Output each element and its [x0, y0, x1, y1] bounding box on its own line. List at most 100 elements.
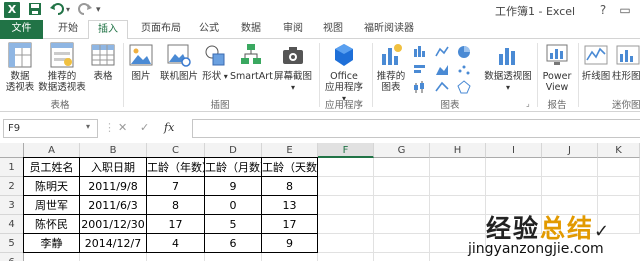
data-cell[interactable]: 陈明天	[23, 176, 80, 196]
cancel-icon[interactable]: ✕	[118, 121, 127, 134]
ribbon-display-icon[interactable]: ▭	[614, 1, 636, 19]
power-view-button[interactable]: Power View	[540, 42, 574, 93]
data-cell[interactable]: 李静	[23, 233, 80, 253]
office-apps-button[interactable]: Office 应用程序 ▾	[322, 42, 366, 104]
cell-d6[interactable]	[205, 253, 262, 261]
tab-page-layout[interactable]: 页面布局	[133, 20, 189, 39]
tab-review[interactable]: 审阅	[276, 20, 310, 39]
data-cell[interactable]: 6	[204, 233, 262, 253]
data-cell[interactable]: 13	[261, 195, 318, 215]
data-cell[interactable]: 0	[204, 195, 262, 215]
help-icon[interactable]: ?	[592, 1, 614, 19]
screenshot-button[interactable]: 屏幕截图 ▾	[272, 42, 314, 93]
cell-e6[interactable]	[262, 253, 318, 261]
tab-insert[interactable]: 插入	[88, 20, 128, 40]
recommended-charts-button[interactable]: 推荐的 图表	[374, 42, 408, 93]
data-cell[interactable]: 4	[146, 233, 205, 253]
row-header-1[interactable]: 1	[0, 158, 24, 177]
cell-g4[interactable]	[374, 215, 430, 234]
table-button[interactable]: 表格	[90, 42, 116, 82]
cell-a6[interactable]	[24, 253, 80, 261]
row-header-3[interactable]: 3	[0, 196, 24, 215]
undo-icon[interactable]	[50, 2, 66, 18]
cell-f6[interactable]	[318, 253, 374, 261]
shapes-button[interactable]: 形状 ▾	[202, 42, 228, 82]
select-all-corner[interactable]	[0, 143, 24, 158]
tab-foxit-reader[interactable]: 福昕阅读器	[356, 20, 422, 39]
column-header-k[interactable]: K	[598, 143, 640, 158]
column-header-j[interactable]: J	[542, 143, 598, 158]
name-box-dropdown-icon[interactable]: ▾	[86, 122, 90, 131]
header-cell-name[interactable]: 员工姓名	[23, 157, 80, 177]
data-cell[interactable]: 陈怀民	[23, 214, 80, 234]
cell-i2[interactable]	[486, 177, 542, 196]
cell-f4[interactable]	[318, 215, 374, 234]
cell-h2[interactable]	[430, 177, 486, 196]
cell-i1[interactable]	[486, 158, 542, 177]
data-cell[interactable]: 周世军	[23, 195, 80, 215]
data-cell[interactable]: 7	[146, 176, 205, 196]
pivot-table-button[interactable]: 数据 透视表	[3, 42, 37, 93]
data-cell[interactable]: 8	[146, 195, 205, 215]
data-cell[interactable]: 17	[261, 214, 318, 234]
row-header-2[interactable]: 2	[0, 177, 24, 196]
charts-dialog-launcher-icon[interactable]: ⌟	[526, 99, 530, 108]
column-header-i[interactable]: I	[486, 143, 542, 158]
header-cell-months[interactable]: 工龄（月数）	[204, 157, 262, 177]
pivot-chart-button[interactable]: 数据透视图 ▾	[482, 42, 534, 93]
tab-data[interactable]: 数据	[234, 20, 268, 39]
data-cell[interactable]: 2001/12/30	[79, 214, 147, 234]
cell-j2[interactable]	[542, 177, 598, 196]
cell-f5[interactable]	[318, 234, 374, 253]
enter-icon[interactable]: ✓	[140, 121, 149, 134]
data-cell[interactable]: 2014/12/7	[79, 233, 147, 253]
redo-icon[interactable]	[76, 2, 92, 18]
cell-g6[interactable]	[374, 253, 430, 261]
data-cell[interactable]: 2011/9/8	[79, 176, 147, 196]
data-cell[interactable]: 8	[261, 176, 318, 196]
cell-k2[interactable]	[598, 177, 640, 196]
cell-f2[interactable]	[318, 177, 374, 196]
cell-g2[interactable]	[374, 177, 430, 196]
data-cell[interactable]: 9	[204, 176, 262, 196]
tab-view[interactable]: 视图	[316, 20, 350, 39]
column-header-f[interactable]: F	[318, 143, 374, 158]
sparkline-column-button[interactable]: 柱形图	[612, 42, 640, 82]
row-header-6[interactable]: 6	[0, 253, 24, 261]
row-header-4[interactable]: 4	[0, 215, 24, 234]
cell-g1[interactable]	[374, 158, 430, 177]
column-header-g[interactable]: G	[374, 143, 430, 158]
tab-file[interactable]: 文件	[0, 20, 43, 39]
tab-formulas[interactable]: 公式	[192, 20, 226, 39]
data-cell[interactable]: 5	[204, 214, 262, 234]
column-header-c[interactable]: C	[147, 143, 205, 158]
header-cell-hire-date[interactable]: 入职日期	[79, 157, 147, 177]
cell-f3[interactable]	[318, 196, 374, 215]
formula-input[interactable]	[192, 119, 640, 138]
excel-logo-icon[interactable]: X	[4, 2, 20, 18]
cell-k1[interactable]	[598, 158, 640, 177]
picture-button[interactable]: 图片	[126, 42, 156, 82]
column-header-e[interactable]: E	[262, 143, 318, 158]
header-cell-years[interactable]: 工龄（年数）	[146, 157, 205, 177]
tab-home[interactable]: 开始	[50, 20, 86, 39]
cell-f1[interactable]	[318, 158, 374, 177]
recommended-pivot-button[interactable]: 推荐的 数据透视表	[36, 42, 88, 93]
column-header-a[interactable]: A	[24, 143, 80, 158]
save-icon[interactable]	[28, 2, 44, 18]
smartart-button[interactable]: SmartArt	[230, 42, 273, 82]
cell-h1[interactable]	[430, 158, 486, 177]
data-cell[interactable]: 2011/6/3	[79, 195, 147, 215]
cell-j1[interactable]	[542, 158, 598, 177]
cell-b6[interactable]	[80, 253, 147, 261]
cell-g3[interactable]	[374, 196, 430, 215]
insert-function-icon[interactable]: fx	[164, 121, 174, 134]
data-cell[interactable]: 17	[146, 214, 205, 234]
online-picture-button[interactable]: 联机图片	[156, 42, 202, 82]
sparkline-line-button[interactable]: 折线图	[580, 42, 612, 82]
cell-g5[interactable]	[374, 234, 430, 253]
column-header-d[interactable]: D	[205, 143, 262, 158]
data-cell[interactable]: 9	[261, 233, 318, 253]
cell-c6[interactable]	[147, 253, 205, 261]
column-header-h[interactable]: H	[430, 143, 486, 158]
